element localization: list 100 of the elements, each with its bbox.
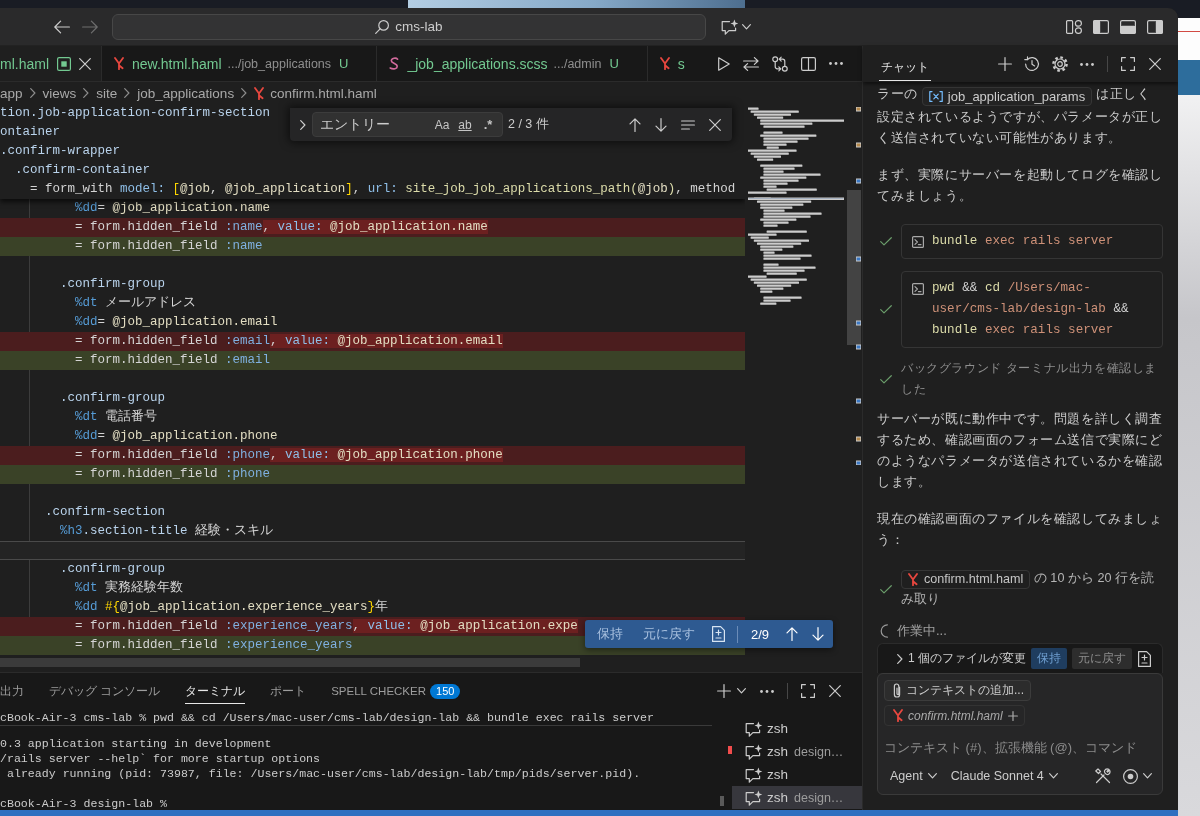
close-icon[interactable] [709,118,721,131]
chat-tab[interactable]: チャット [879,53,931,81]
arrow-left-icon[interactable] [54,19,70,34]
sidebar-left-icon[interactable] [1093,19,1109,34]
chat-sparkle-icon[interactable] [721,18,739,35]
symbol-chip[interactable]: job_application_params [921,87,1093,106]
chevron-down-icon [927,773,937,779]
code-line: .confirm-wrapper [0,144,121,158]
panel-tab[interactable]: SPELL CHECKER 150 [331,678,461,704]
more-icon[interactable] [829,62,843,65]
tab-description: .../job_applications [227,56,332,71]
plus-icon[interactable] [717,684,731,698]
context-file-chip[interactable]: confirm.html.haml [884,705,1025,726]
code-line: .confirm-section [45,505,166,519]
model-dropdown[interactable]: Claude Sonnet 4 [950,769,1058,783]
lines-icon[interactable] [681,119,695,130]
chat-message: ラーの job_application_params は正しく設定されているようですが、パラメータが正しく送信されていない可能性があります。 [877,85,1163,147]
scrollbar-thumb[interactable] [720,796,724,806]
message-input[interactable]: コンテキスト (#)、拡張機能 (@)、コマンド [884,736,1156,758]
whole-word-toggle[interactable]: ab [455,115,475,134]
maximize-icon[interactable] [1121,57,1135,71]
file-chip[interactable]: confirm.html.haml [901,570,1031,589]
swap-arrows-icon[interactable] [743,56,759,71]
terminal-tab[interactable]: zsh [732,763,862,786]
close-icon[interactable] [79,57,91,70]
sidebar-right-icon[interactable] [1147,19,1163,34]
code-line: %h3.section-title 経験・スキル [60,524,274,538]
panel-tab[interactable]: ポート [270,678,307,704]
panel-bottom-icon[interactable] [1120,19,1136,34]
error-marker [728,746,732,754]
file-type-icon [254,86,265,100]
git-status: U [339,56,349,71]
layout-icon[interactable] [1066,19,1082,34]
match-case-toggle[interactable]: Aa [432,115,452,134]
code-line: .confirm-group [60,391,166,405]
undo-button[interactable]: 元に戻す [1072,648,1132,669]
regex-toggle[interactable]: .* [478,115,498,134]
panel-tab[interactable]: デバッグ コンソール [49,678,161,704]
breadcrumb-item[interactable]: confirm.html.haml [254,85,377,101]
chat-sparkle-icon [745,720,763,737]
more-icon[interactable] [760,689,774,693]
plus-icon[interactable] [998,57,1012,71]
terminal-description: design… [794,744,844,759]
find-input[interactable]: エントリー Aa ab .* [312,112,503,137]
terminal-tab[interactable]: zsh design… [732,786,862,809]
diff-file-icon[interactable] [712,626,725,642]
add-context-button[interactable]: コンテキストの追加... [884,680,1031,701]
chevron-right-icon[interactable] [300,119,306,130]
settings-icon[interactable] [1052,56,1068,72]
split-editor-icon[interactable] [801,56,816,71]
scrollbar-thumb[interactable] [847,190,861,345]
breadcrumb-item[interactable]: views [42,85,77,101]
terminal-line: /rails server --help` for more startup options [0,752,321,765]
scrollbar-thumb[interactable] [0,658,580,667]
chevron-down-icon[interactable] [742,23,751,30]
keep-button[interactable]: 保持 [1031,648,1067,669]
circle-dot-icon[interactable] [1123,768,1138,784]
loading-spinner-icon [880,623,888,638]
chevron-right-icon [241,88,248,98]
breadcrumb-item[interactable]: app [0,85,23,101]
count-badge: 150 [430,683,461,699]
progress-text: 作業中... [897,622,947,640]
command-text: pwd && cd /Users/mac-user/cms-lab/design-lab && bundle exec rails server [932,280,1130,339]
chevron-right-icon[interactable] [897,653,903,664]
mode-dropdown[interactable]: Agent [890,769,937,783]
chevron-down-icon[interactable] [1143,773,1152,779]
code-line: .confirm-group [60,277,166,291]
chevron-down-icon[interactable] [737,688,746,694]
chevron-right-icon [29,88,36,98]
terminal-tab[interactable]: zsh design… [732,740,862,763]
compare-icon[interactable] [772,55,788,72]
history-icon[interactable] [1024,56,1040,72]
arrow-down-icon[interactable] [655,117,667,132]
plus-icon [1007,710,1018,721]
status-text: バックグラウンド ターミナル出力を確認しました [901,360,1158,398]
command-center[interactable]: cms-lab [112,13,706,40]
code-line: %dt メールアドレス [75,296,197,310]
tools-icon[interactable] [1095,768,1111,784]
chevron-right-icon [83,88,90,98]
editor-tab[interactable]: ml.haml [0,46,102,81]
diff-file-icon[interactable] [1138,650,1151,667]
terminal-tab[interactable]: zsh [732,717,862,740]
code-line: %dd= @job_application.name [75,201,271,215]
tab-description: .../admin [553,56,602,71]
breadcrumb-item[interactable]: site [96,85,118,101]
code-line: %dt 電話番号 [75,410,158,424]
close-icon[interactable] [1149,58,1161,70]
chat-message: まず、実際にサーバーを起動してログを確認してみましょう。 [877,166,1163,205]
more-icon[interactable] [1080,62,1094,66]
chat-message: 現在の確認画面のファイルを確認してみましょう： [877,510,1163,549]
close-icon[interactable] [829,685,841,697]
arrow-up-icon[interactable] [629,117,641,132]
breadcrumb-item[interactable]: job_applications [137,85,235,101]
play-icon[interactable] [718,56,730,71]
maximize-icon[interactable] [801,684,815,698]
terminal-description: design… [794,790,844,805]
panel-tab[interactable]: 出力 [0,678,24,704]
paperclip-icon [893,683,901,698]
chevron-right-icon [124,88,131,98]
panel-tab[interactable]: ターミナル [185,678,246,704]
